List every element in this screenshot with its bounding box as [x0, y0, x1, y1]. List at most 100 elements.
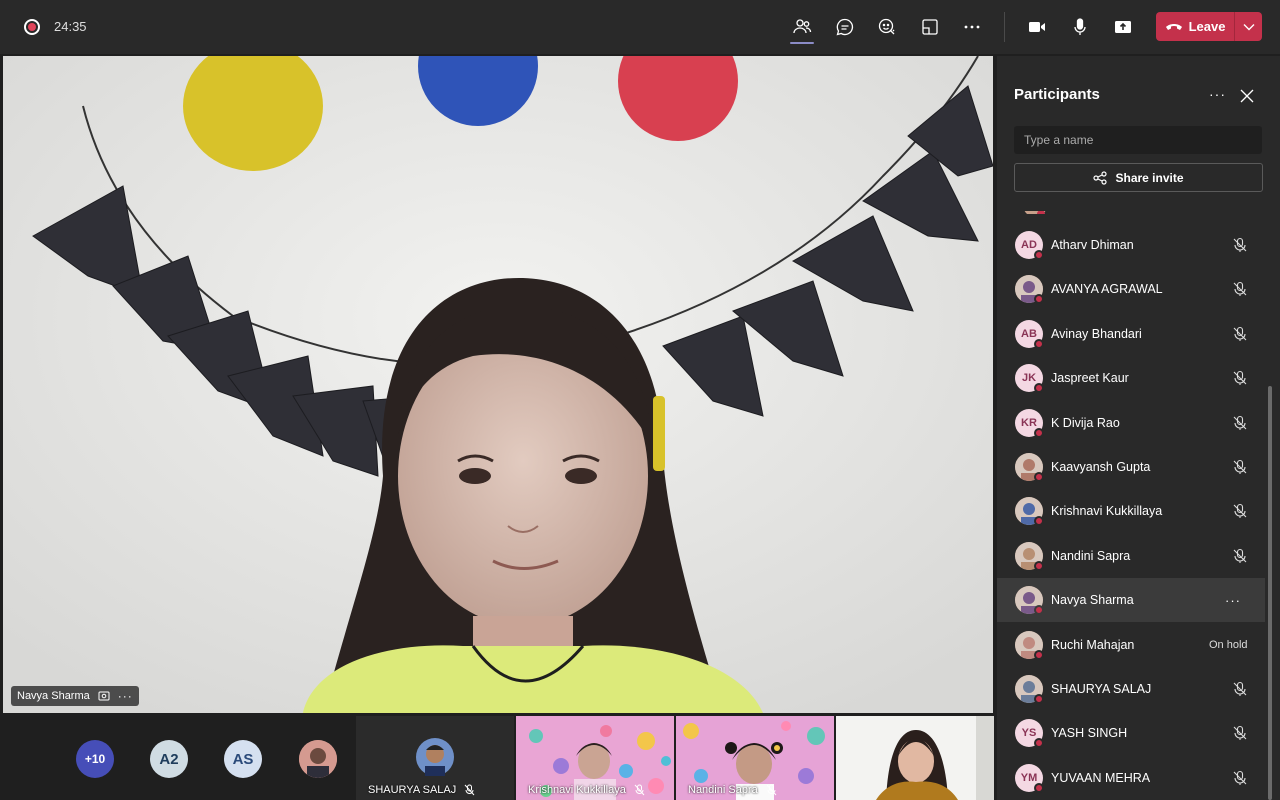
video-tile-teacher[interactable] — [836, 716, 994, 800]
mic-off-icon[interactable] — [1232, 415, 1248, 431]
camera-icon — [1029, 22, 1045, 32]
reactions-icon — [878, 18, 895, 35]
video-tile-shaurya[interactable]: SHAURYA SALAJ — [356, 716, 514, 800]
participant-name: Atharv Dhiman — [1051, 238, 1134, 252]
mic-off-icon[interactable] — [1232, 281, 1248, 297]
mic-off-icon[interactable] — [1232, 503, 1248, 519]
participant-row[interactable]: YS YASH SINGH — [997, 711, 1265, 755]
participant-row[interactable]: KR K Divija Rao — [997, 401, 1265, 445]
mic-off-icon[interactable] — [1232, 370, 1248, 386]
spotlight-icon — [98, 691, 110, 701]
share-invite-button[interactable]: Share invite — [1014, 163, 1263, 192]
reactions-button[interactable] — [872, 13, 902, 41]
participant-row[interactable]: AD Atharv Dhiman — [997, 223, 1265, 267]
main-video-feed: Navya Sharma ··· — [3, 56, 993, 713]
main-video-name-tag: Navya Sharma ··· — [11, 686, 139, 706]
people-button[interactable] — [787, 13, 817, 44]
presence-badge — [1034, 338, 1044, 349]
avatar-photo — [416, 738, 454, 776]
mic-off-icon[interactable] — [1232, 725, 1248, 741]
participant-name: SHAURYA SALAJ — [1051, 682, 1152, 696]
participant-row[interactable]: AVANYA AGRAWAL — [997, 267, 1265, 311]
participant-avatar-a2[interactable]: A2 — [150, 740, 188, 778]
overflow-participants-button[interactable]: +10 — [76, 740, 114, 778]
mic-off-icon[interactable] — [1232, 770, 1248, 786]
participant-row[interactable]: Nandini Sapra — [997, 534, 1265, 578]
recording-icon — [24, 19, 40, 35]
chat-icon — [836, 18, 854, 36]
participant-avatar-as[interactable]: AS — [224, 740, 262, 778]
participant-name: Jaspreet Kaur — [1051, 371, 1129, 386]
tile-name: SHAURYA SALAJ — [368, 784, 457, 796]
presence-badge — [1034, 694, 1044, 704]
more-icon — [964, 25, 980, 29]
participant-row[interactable]: SHAURYA SALAJ — [997, 667, 1265, 711]
mic-off-icon — [464, 784, 475, 796]
mic-off-icon[interactable] — [1232, 548, 1248, 564]
leave-label: Leave — [1188, 19, 1226, 34]
share-tray-button[interactable] — [915, 13, 945, 41]
share-tray-icon — [922, 19, 938, 35]
presence-badge — [1034, 782, 1044, 793]
participant-more-button[interactable]: ··· — [1225, 593, 1241, 608]
presence-badge — [1034, 250, 1044, 260]
presence-badge — [1034, 427, 1044, 438]
presence-badge — [1034, 649, 1044, 660]
panel-scrollbar[interactable] — [1268, 386, 1272, 800]
leave-button[interactable]: Leave — [1156, 12, 1234, 41]
leave-options-button[interactable] — [1234, 12, 1262, 41]
participant-name: YASH SINGH — [1051, 726, 1128, 741]
participant-name: Kaavyansh Gupta — [1051, 460, 1151, 474]
participant-search-input[interactable] — [1014, 126, 1262, 154]
participant-name: Avinay Bhandari — [1051, 326, 1142, 341]
participants-panel: Participants ··· Share invite ADAtharv D… — [997, 56, 1280, 800]
video-tile-nandini[interactable]: Nandini Sapra — [676, 716, 834, 800]
mic-off-icon[interactable] — [1232, 681, 1248, 697]
presence-badge — [1034, 472, 1044, 482]
mic-button[interactable] — [1065, 13, 1095, 41]
participant-name: Ruchi Mahajan — [1051, 637, 1135, 652]
participant-name: AVANYA AGRAWAL — [1051, 282, 1163, 297]
participant-avatar-photo[interactable] — [299, 740, 337, 778]
mic-off-icon[interactable] — [1232, 237, 1248, 253]
camera-button[interactable] — [1022, 13, 1052, 41]
participant-row[interactable]: YM YUVAAN MEHRA — [997, 756, 1265, 800]
presence-badge — [1034, 383, 1044, 394]
participant-row[interactable]: Kaavyansh Gupta — [997, 445, 1265, 489]
tile-label: SHAURYA SALAJ — [368, 784, 475, 796]
presence-badge — [1034, 738, 1044, 749]
share-invite-label: Share invite — [1115, 170, 1184, 185]
chevron-down-icon — [1243, 23, 1254, 30]
panel-more-button[interactable]: ··· — [1209, 86, 1226, 102]
mic-off-icon[interactable] — [1232, 459, 1248, 475]
video-frame-image — [836, 716, 994, 800]
video-tile-krishnavi[interactable]: Krishnavi Kukkillaya — [516, 716, 674, 800]
participant-row[interactable]: AB Avinay Bhandari — [997, 312, 1265, 356]
participant-name: YUVAAN MEHRA — [1051, 770, 1151, 785]
presence-badge — [1034, 294, 1044, 305]
share-icon — [1093, 170, 1108, 185]
tile-label: Nandini Sapra — [688, 784, 777, 796]
more-actions-button[interactable] — [957, 13, 987, 41]
mic-off-icon[interactable] — [1232, 326, 1248, 342]
participant-row[interactable]: Navya Sharma ··· — [997, 578, 1265, 623]
participant-row[interactable]: Krishnavi Kukkillaya — [997, 489, 1265, 533]
participant-name: K Divija Rao — [1051, 415, 1120, 430]
mic-icon — [1074, 18, 1086, 35]
leave-group: Leave — [1156, 12, 1262, 41]
chat-button[interactable] — [830, 13, 860, 41]
main-video-more-button[interactable]: ··· — [118, 689, 133, 703]
participant-row[interactable]: JK Jaspreet Kaur — [997, 356, 1265, 400]
presence-badge — [1034, 516, 1044, 527]
participant-name: Nandini Sapra — [1051, 548, 1131, 563]
meeting-timer: 24:35 — [54, 19, 87, 34]
participant-row[interactable]: Ruchi Mahajan On hold — [997, 623, 1265, 667]
share-screen-icon — [1115, 21, 1131, 33]
panel-title: Participants — [1014, 86, 1100, 103]
presence-badge — [1034, 605, 1044, 616]
meeting-toolbar: 24:35 Leave — [0, 0, 1280, 54]
share-screen-button[interactable] — [1108, 13, 1138, 41]
presence-badge — [1034, 560, 1044, 571]
close-icon[interactable] — [1240, 89, 1254, 103]
people-icon — [793, 19, 812, 34]
